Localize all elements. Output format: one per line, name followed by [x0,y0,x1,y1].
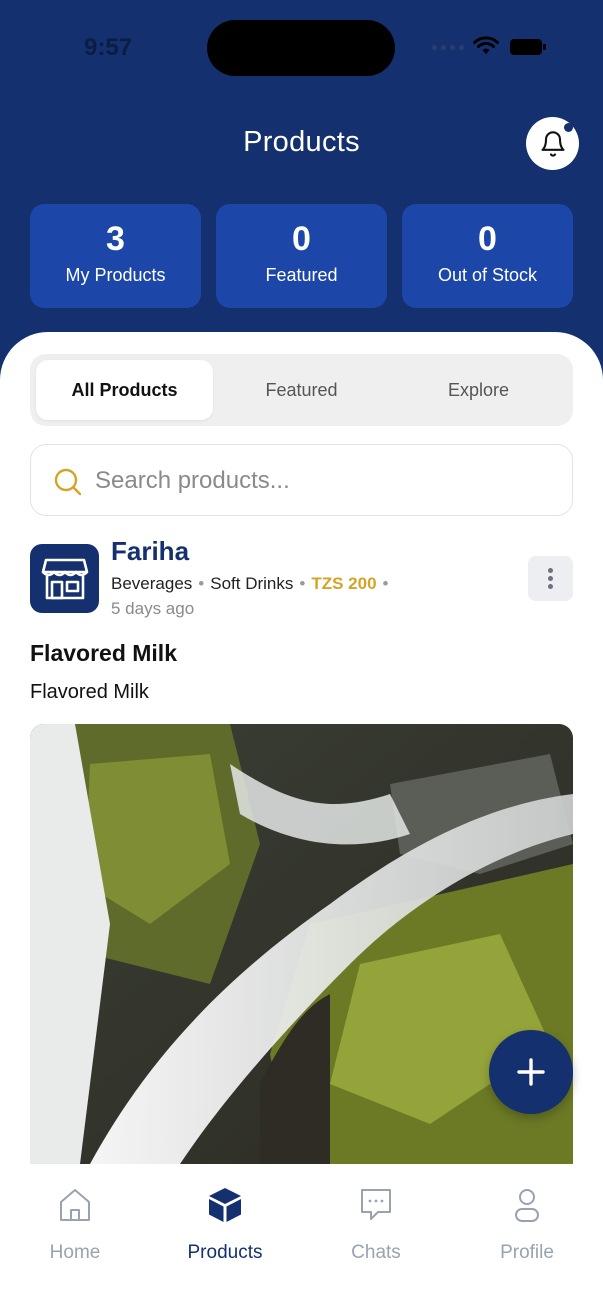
nav-label: Products [187,1242,263,1263]
signal-icon [432,45,464,50]
home-icon [60,1189,90,1221]
post-author[interactable]: Fariha [111,536,189,567]
store-icon [41,558,88,599]
notification-button[interactable] [526,117,579,170]
nav-label: Profile [500,1242,554,1263]
stats-row: 3 My Products 0 Featured 0 Out of Stock [30,204,573,308]
tab-all-products[interactable]: All Products [36,360,213,420]
status-time: 9:57 [84,34,133,61]
more-vertical-icon [548,568,553,589]
stat-featured[interactable]: 0 Featured [216,204,387,308]
tab-explore[interactable]: Explore [390,360,567,420]
post-subcategory: Soft Drinks [210,574,294,593]
bottom-nav: Home Products Chats Profile [0,1164,603,1311]
nav-chats[interactable]: Chats [301,1186,451,1264]
product-description: Flavored Milk [30,681,149,703]
nav-label: Home [49,1242,101,1263]
search-bar [30,444,573,516]
post-price: TZS 200 [311,574,377,593]
stat-value: 0 [292,220,311,258]
wifi-icon [473,36,499,54]
tab-bar: All Products Featured Explore [30,354,573,426]
stat-label: Featured [265,265,338,285]
dynamic-island [207,20,395,76]
stat-value: 3 [106,220,125,258]
nav-products[interactable]: Products [150,1186,300,1264]
add-product-button[interactable] [489,1030,573,1114]
page-title: Products [243,126,360,158]
stat-my-products[interactable]: 3 My Products [30,204,201,308]
product-image[interactable] [30,724,573,1164]
search-icon [54,468,82,496]
stat-out-of-stock[interactable]: 0 Out of Stock [402,204,573,308]
status-icons [432,36,552,60]
tab-featured[interactable]: Featured [213,360,390,420]
stat-label: My Products [65,265,166,285]
post-time: 5 days ago [111,599,195,618]
user-icon [515,1189,539,1222]
post-menu-button[interactable] [528,556,573,601]
chat-icon [361,1189,391,1220]
stat-value: 0 [478,220,497,258]
notification-dot [564,123,573,132]
search-input[interactable] [95,465,535,497]
store-avatar[interactable] [30,544,99,613]
box-icon [209,1188,241,1222]
product-title: Flavored Milk [30,640,177,666]
post-meta: Beverages • Soft Drinks • TZS 200 • [111,574,389,593]
post-category: Beverages [111,574,193,593]
nav-profile[interactable]: Profile [452,1186,602,1264]
nav-home[interactable]: Home [0,1186,150,1264]
battery-icon [510,39,546,55]
stat-label: Out of Stock [437,265,538,285]
plus-icon [517,1058,545,1086]
nav-label: Chats [351,1242,401,1263]
bell-icon [540,130,565,157]
status-bar: 9:57 [0,0,603,96]
